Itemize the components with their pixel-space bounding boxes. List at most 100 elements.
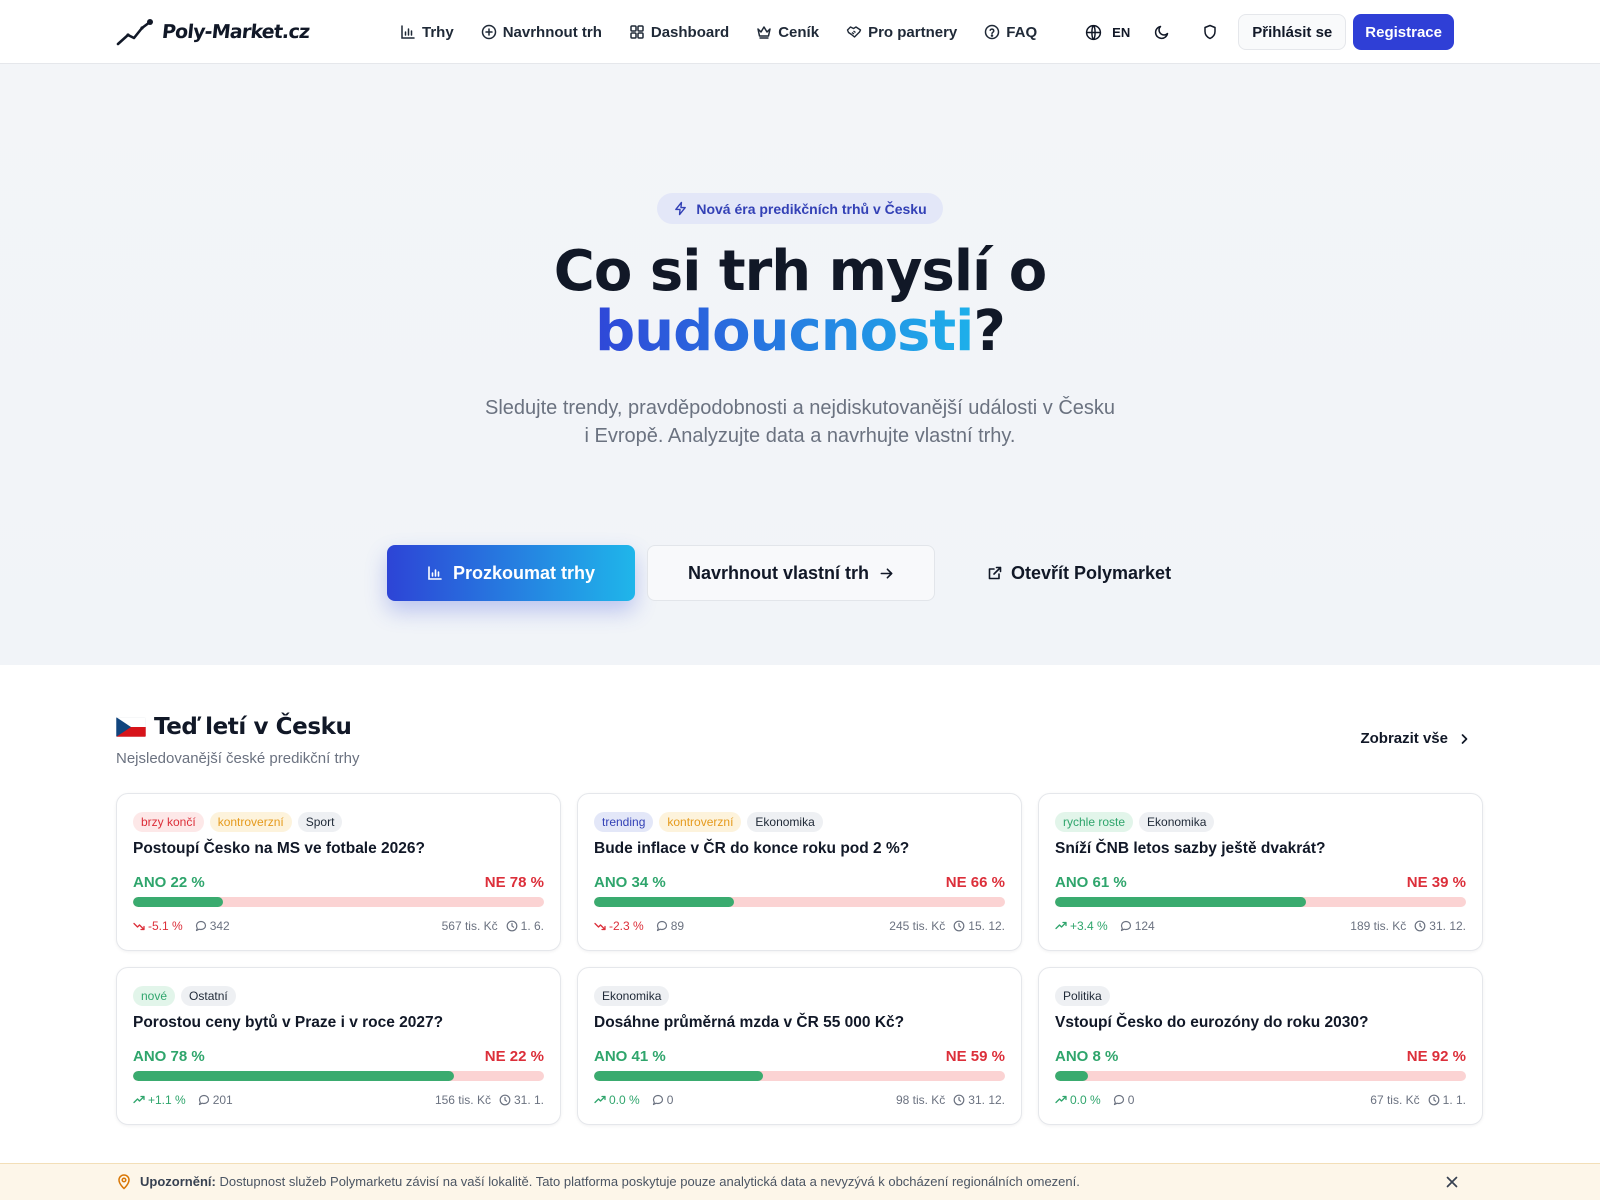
plus-circle-icon xyxy=(481,24,496,40)
market-tag: nové xyxy=(133,986,176,1006)
probability-bar-fill xyxy=(594,1071,763,1081)
map-pin-icon xyxy=(118,1174,130,1190)
price-change: -2.3 % xyxy=(594,919,644,933)
theme-toggle[interactable] xyxy=(1150,20,1174,44)
nav-item-label: FAQ xyxy=(1006,23,1038,41)
no-probability: NE 39 % xyxy=(1406,874,1466,891)
probability-bar xyxy=(594,1071,1005,1081)
market-title: Sníží ČNB letos sazby ještě dvakrát? xyxy=(1055,840,1326,857)
market-tag: Sport xyxy=(297,812,343,832)
no-probability: NE 78 % xyxy=(484,874,544,891)
hero-title-highlight: budoucnosti xyxy=(595,299,974,364)
market-volume: 156 tis. Kč xyxy=(434,1093,491,1107)
no-probability: NE 66 % xyxy=(945,874,1005,891)
comment-icon xyxy=(1120,920,1131,932)
czech-flag-icon xyxy=(116,717,146,737)
close-icon[interactable] xyxy=(1444,1174,1460,1190)
section-title: Teď letí v Česku xyxy=(116,714,359,740)
market-card[interactable]: brzy končí kontroverzní Sport Postoupí Česk… xyxy=(116,793,561,951)
clock-icon xyxy=(1414,920,1426,932)
price-change-value: 0.0 % xyxy=(609,1093,640,1107)
market-title: Dosáhne průměrná mzda v ČR 55 000 Kč? xyxy=(594,1014,905,1031)
price-change: +1.1 % xyxy=(133,1093,186,1107)
market-card[interactable]: trending kontroverzní Ekonomika Bude inflac… xyxy=(577,793,1022,951)
market-stats: 0.0 % 0 xyxy=(594,1093,673,1107)
open-polymarket-link[interactable]: Otevřít Polymarket xyxy=(987,545,1171,601)
market-tags: Politika xyxy=(1055,986,1110,1006)
market-stats: -2.3 % 89 xyxy=(594,919,684,933)
propose-market-button[interactable]: Navrhnout vlastní trh xyxy=(647,545,935,601)
grid-icon xyxy=(630,25,644,39)
market-meta: 567 tis. Kč 1. 6. xyxy=(442,919,544,933)
market-meta: 98 tis. Kč 31. 12. xyxy=(896,1093,1005,1107)
probability-bar-fill xyxy=(133,897,224,907)
privacy-button[interactable] xyxy=(1198,20,1222,44)
price-change-value: +1.1 % xyxy=(148,1093,186,1107)
comment-count-value: 89 xyxy=(670,919,685,933)
market-card[interactable]: Ekonomika Dosáhne průměrná mzda v ČR 55 0… xyxy=(577,967,1022,1125)
market-tag: rychle roste xyxy=(1055,812,1134,832)
handshake-icon xyxy=(846,26,862,38)
market-tag: kontroverzní xyxy=(209,812,292,832)
trending-section-header: Teď letí v Česku Nejsledovanější české p… xyxy=(116,714,359,767)
comment-icon xyxy=(198,1094,209,1106)
nav-item-markets[interactable]: Trhy xyxy=(400,24,454,41)
nav-item-pricing[interactable]: Ceník xyxy=(756,24,819,41)
bar-chart-icon xyxy=(401,25,415,39)
no-probability: NE 92 % xyxy=(1406,1048,1466,1065)
yes-probability: ANO 78 % xyxy=(133,1048,205,1065)
hero-title-line1: Co si trh myslí o xyxy=(553,239,1047,304)
comment-icon xyxy=(1113,1094,1124,1106)
end-date-value: 15. 12. xyxy=(968,919,1005,933)
trend-line-icon xyxy=(116,19,153,46)
end-date-value: 1. 1. xyxy=(1442,1093,1466,1107)
nav-item-label: Ceník xyxy=(778,23,820,41)
comment-count: 0 xyxy=(1113,1093,1135,1107)
market-tags: trending kontroverzní Ekonomika xyxy=(594,812,823,832)
nav-item-label: Trhy xyxy=(422,23,454,41)
market-card[interactable]: rychle roste Ekonomika Sníží ČNB letos saz… xyxy=(1038,793,1483,951)
help-circle-icon xyxy=(985,24,1000,40)
login-button[interactable]: Přihlásit se xyxy=(1238,14,1347,50)
market-volume: 245 tis. Kč xyxy=(889,919,946,933)
nav-item-partners[interactable]: Pro partnery xyxy=(846,24,957,41)
yes-probability: ANO 41 % xyxy=(594,1048,666,1065)
nav-item-dashboard[interactable]: Dashboard xyxy=(629,24,729,41)
market-meta: 189 tis. Kč 31. 12. xyxy=(1350,919,1466,933)
clock-icon xyxy=(1428,1094,1440,1106)
comment-icon xyxy=(656,920,667,932)
nav-item-faq[interactable]: FAQ xyxy=(984,24,1037,41)
moon-icon xyxy=(1155,25,1169,40)
comment-count-value: 342 xyxy=(209,919,230,933)
register-button[interactable]: Registrace xyxy=(1353,14,1454,50)
market-tag: kontroverzní xyxy=(659,812,742,832)
language-switcher[interactable]: EN xyxy=(1085,24,1130,41)
price-change: -5.1 % xyxy=(133,919,183,933)
no-probability: NE 59 % xyxy=(945,1048,1005,1065)
hero-badge: Nová éra predikčních trhů v Česku xyxy=(657,193,943,224)
hero-section: Nová éra predikčních trhů v Česku Co si … xyxy=(0,64,1600,665)
market-stats: +3.4 % 124 xyxy=(1055,919,1155,933)
end-date-value: 31. 1. xyxy=(513,1093,544,1107)
yes-probability: ANO 34 % xyxy=(594,874,666,891)
logo[interactable]: Poly-Market.cz xyxy=(116,16,310,48)
chevron-right-icon xyxy=(1461,733,1468,744)
market-card[interactable]: nové Ostatní Porostou ceny bytů v Praze i … xyxy=(116,967,561,1125)
arrow-right-icon xyxy=(880,567,893,579)
probability-bar xyxy=(1055,1071,1466,1081)
market-card[interactable]: Politika Vstoupí Česko do eurozóny do rok… xyxy=(1038,967,1483,1125)
comment-count-value: 0 xyxy=(1127,1093,1135,1107)
show-all-link[interactable]: Zobrazit vše xyxy=(1360,730,1470,747)
market-stats: -5.1 % 342 xyxy=(133,919,230,933)
nav-actions: EN Přihlásit se Registrace xyxy=(1085,14,1454,50)
notice-label: Upozornění: xyxy=(140,1174,216,1189)
market-tags: nové Ostatní xyxy=(133,986,236,1006)
market-title: Vstoupí Česko do eurozóny do roku 2030? xyxy=(1055,1014,1369,1031)
no-probability: NE 22 % xyxy=(484,1048,544,1065)
nav-item-propose-market[interactable]: Navrhnout trh xyxy=(481,24,602,41)
explore-markets-button[interactable]: Prozkoumat trhy xyxy=(387,545,635,601)
market-tags: rychle roste Ekonomika xyxy=(1055,812,1215,832)
comment-count: 201 xyxy=(198,1093,233,1107)
end-date: 15. 12. xyxy=(953,919,1005,933)
market-meta: 245 tis. Kč 15. 12. xyxy=(889,919,1005,933)
